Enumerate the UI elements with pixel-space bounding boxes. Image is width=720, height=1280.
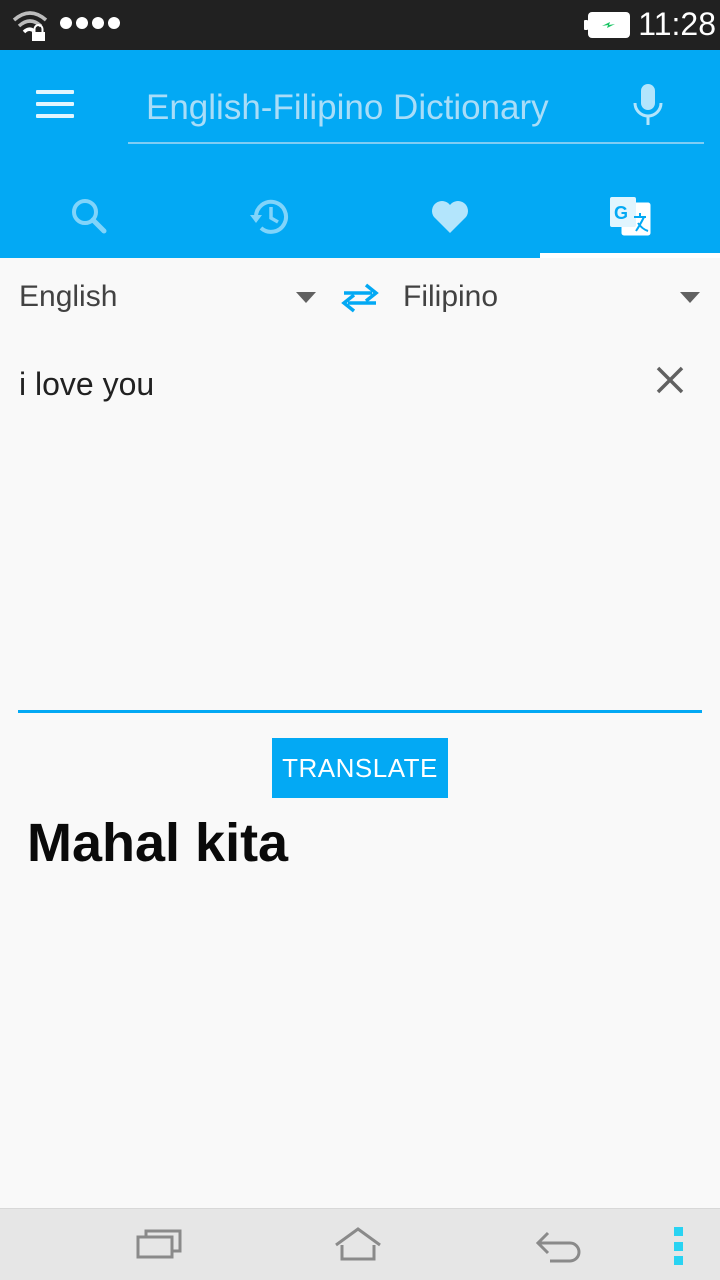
tab-translate[interactable]: G	[540, 176, 720, 258]
target-language-select[interactable]: Filipino	[403, 280, 498, 314]
recent-apps-icon[interactable]	[134, 1225, 186, 1265]
language-selector: English Filipino	[0, 258, 720, 342]
app-bar: English-Filipino Dictionary G	[0, 50, 720, 258]
chevron-down-icon[interactable]	[680, 292, 700, 303]
source-language-select[interactable]: English	[19, 280, 117, 314]
input-underline	[18, 710, 702, 713]
more-options-icon[interactable]	[674, 1227, 686, 1265]
wifi-lock-icon	[12, 11, 48, 41]
translate-button[interactable]: TRANSLATE	[272, 738, 448, 798]
tab-favorites[interactable]	[360, 176, 540, 258]
svg-text:G: G	[614, 203, 628, 223]
chevron-down-icon[interactable]	[296, 292, 316, 303]
home-icon[interactable]	[332, 1225, 384, 1265]
google-translate-icon: G	[610, 197, 651, 236]
status-time: 11:28	[638, 6, 716, 42]
translation-input[interactable]: i love you	[18, 350, 702, 710]
translation-result: Mahal kita	[27, 813, 289, 873]
navigation-bar	[0, 1208, 720, 1280]
swap-icon[interactable]	[340, 282, 380, 314]
back-icon[interactable]	[532, 1225, 584, 1265]
battery-charging-icon	[584, 12, 630, 38]
menu-icon[interactable]	[36, 90, 76, 120]
search-placeholder: English-Filipino Dictionary	[146, 88, 549, 127]
signal-dots-icon	[60, 17, 120, 29]
tab-history[interactable]	[180, 176, 360, 258]
status-bar: 11:28	[0, 0, 720, 50]
heart-icon	[432, 201, 468, 233]
mic-icon[interactable]	[632, 84, 664, 126]
history-icon	[250, 199, 288, 234]
tab-search[interactable]	[0, 176, 180, 258]
tab-bar: G	[0, 176, 720, 258]
input-text[interactable]: i love you	[19, 366, 154, 403]
search-icon	[72, 199, 107, 234]
close-icon[interactable]	[654, 364, 686, 396]
search-input[interactable]: English-Filipino Dictionary	[128, 80, 704, 144]
